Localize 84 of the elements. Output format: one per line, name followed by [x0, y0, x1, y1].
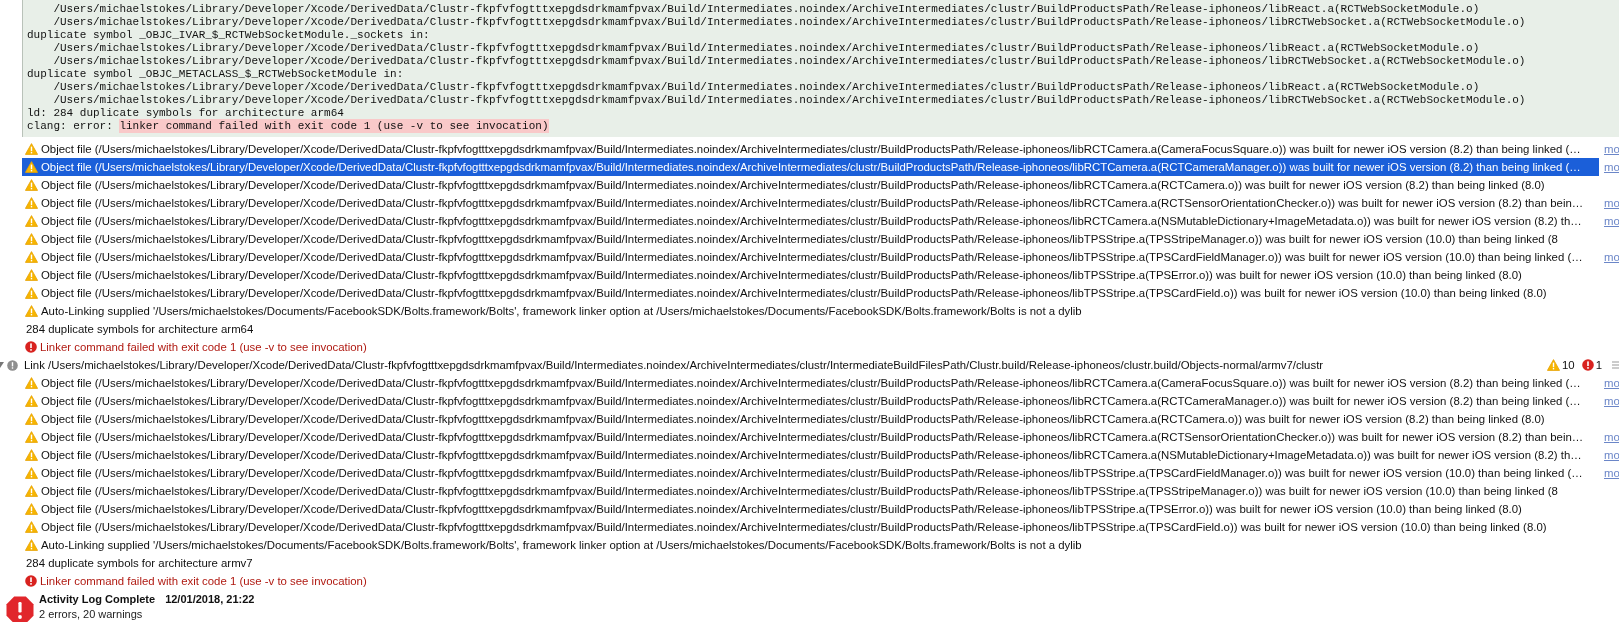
error-icon	[25, 341, 37, 353]
warning-icon	[25, 377, 38, 389]
warning-icon	[25, 503, 38, 515]
warning-icon	[25, 251, 38, 263]
issue-text: 284 duplicate symbols for architecture arm64	[26, 323, 254, 335]
more-link[interactable]: mo	[1604, 158, 1619, 176]
issue-row[interactable]: Auto-Linking supplied '/Users/michaelstokes/Documents/FacebookSDK/Bolts.framework/Bolts', framework linker option at /Users/michaelstokes/Documents/FacebookSDK/Bolts.framework/Bolts is not a dylib	[22, 302, 1599, 320]
more-link[interactable]: mo	[1604, 194, 1619, 212]
more-link[interactable]: mo	[1604, 248, 1619, 266]
issue-text: Object file (/Users/michaelstokes/Library/Developer/Xcode/DerivedData/Clustr-fkpfvfogtttxepgdsdrkmamfpvax/Build/Intermediates.noindex/ArchiveIntermediates/clustr/BuildProductsPath/Release-iphoneos/libRCTCamera.a(RCTSensorOrientationChecker.o)) was built for newer iOS version (8.2) than bein…	[41, 431, 1584, 443]
warning-icon	[25, 179, 38, 191]
log-line: duplicate symbol _OBJC_IVAR_$_RCTWebSocketModule._sockets in:	[27, 29, 431, 42]
status-icon	[7, 359, 18, 371]
warning-icon	[1547, 359, 1560, 371]
issue-text: Object file (/Users/michaelstokes/Library/Developer/Xcode/DerivedData/Clustr-fkpfvfogtttxepgdsdrkmamfpvax/Build/Intermediates.noindex/ArchiveIntermediates/clustr/BuildProductsPath/Release-iphoneos/libTPSStripe.a(TPSCardFieldManager.o)) was built for newer iOS version (10.0) than being linked (…	[41, 467, 1583, 479]
issue-text: Object file (/Users/michaelstokes/Library/Developer/Xcode/DerivedData/Clustr-fkpfvfogtttxepgdsdrkmamfpvax/Build/Intermediates.noindex/ArchiveIntermediates/clustr/BuildProductsPath/Release-iphoneos/libTPSStripe.a(TPSError.o)) was built for newer iOS version (10.0) than being linked (8.0)	[41, 269, 1522, 281]
warning-icon	[25, 521, 38, 533]
warning-icon	[25, 449, 38, 461]
issue-text: Object file (/Users/michaelstokes/Library/Developer/Xcode/DerivedData/Clustr-fkpfvfogtttxepgdsdrkmamfpvax/Build/Intermediates.noindex/ArchiveIntermediates/clustr/BuildProductsPath/Release-iphoneos/libRCTCamera.a(RCTCamera.o)) was built for newer iOS version (8.2) than being linked (8.0)	[41, 413, 1545, 425]
log-line: /Users/michaelstokes/Library/Developer/Xcode/DerivedData/Clustr-fkpfvfogtttxepgdsdrkmamfpvax/Build/Intermediates.noindex/ArchiveIntermediates/clustr/BuildProductsPath/Release-iphoneos/libReact.a(RCTWebSocketModule.o)	[52, 81, 1481, 94]
warning-icon	[25, 215, 38, 227]
issue-text: Object file (/Users/michaelstokes/Library/Developer/Xcode/DerivedData/Clustr-fkpfvfogtttxepgdsdrkmamfpvax/Build/Intermediates.noindex/ArchiveIntermediates/clustr/BuildProductsPath/Release-iphoneos/libRCTCamera.a(RCTCamera.o)) was built for newer iOS version (8.2) than being linked (8.0)	[41, 179, 1545, 191]
error-icon	[25, 575, 37, 587]
issue-text: Object file (/Users/michaelstokes/Library/Developer/Xcode/DerivedData/Clustr-fkpfvfogtttxepgdsdrkmamfpvax/Build/Intermediates.noindex/ArchiveIntermediates/clustr/BuildProductsPath/Release-iphoneos/libRCTCamera.a(CameraFocusSquare.o)) was built for newer iOS version (8.2) than being linked (…	[41, 143, 1581, 155]
log-line: /Users/michaelstokes/Library/Developer/Xcode/DerivedData/Clustr-fkpfvfogtttxepgdsdrkmamfpvax/Build/Intermediates.noindex/ArchiveIntermediates/clustr/BuildProductsPath/Release-iphoneos/libRCTWebSocket.a(RCTWebSocketModule.o)	[52, 55, 1527, 68]
issue-text: Auto-Linking supplied '/Users/michaelstokes/Documents/FacebookSDK/Bolts.framework/Bolts', framework linker option at /Users/michaelstokes/Documents/FacebookSDK/Bolts.framework/Bolts is not a dylib	[41, 305, 1082, 317]
warning-count: 10	[1562, 359, 1575, 371]
issue-row[interactable]: 284 duplicate symbols for architecture arm64	[22, 320, 1599, 338]
warning-icon	[25, 431, 38, 443]
error-octagon-icon	[6, 596, 34, 622]
log-line: ld: 284 duplicate symbols for architecture arm64	[27, 107, 345, 120]
error-highlight: linker command failed with exit code 1 (use -v to see invocation)	[119, 119, 549, 133]
group-title: Link /Users/michaelstokes/Library/Developer/Xcode/DerivedData/Clustr-fkpfvfogtttxepgdsdrkmamfpvax/Build/Intermediates.noindex/ArchiveIntermediates/clustr/IntermediateBuildFilesPath/Clustr.build/Release-iphoneos/clustr.build/Objects-normal/armv7/clustr	[24, 359, 1324, 371]
log-line: /Users/michaelstokes/Library/Developer/Xcode/DerivedData/Clustr-fkpfvfogtttxepgdsdrkmamfpvax/Build/Intermediates.noindex/ArchiveIntermediates/clustr/BuildProductsPath/Release-iphoneos/libReact.a(RCTWebSocketModule.o)	[52, 3, 1481, 16]
warning-icon	[25, 197, 38, 209]
status-time: 12/01/2018, 21:22	[165, 592, 255, 607]
issue-text: Object file (/Users/michaelstokes/Library/Developer/Xcode/DerivedData/Clustr-fkpfvfogtttxepgdsdrkmamfpvax/Build/Intermediates.noindex/ArchiveIntermediates/clustr/BuildProductsPath/Release-iphoneos/libTPSStripe.a(TPSCardField.o)) was built for newer iOS version (10.0) than being linked (8.0)	[41, 521, 1547, 533]
issue-text: Object file (/Users/michaelstokes/Library/Developer/Xcode/DerivedData/Clustr-fkpfvfogtttxepgdsdrkmamfpvax/Build/Intermediates.noindex/ArchiveIntermediates/clustr/BuildProductsPath/Release-iphoneos/libTPSStripe.a(TPSStripeManager.o)) was built for newer iOS version (10.0) than being linked (8	[41, 485, 1558, 497]
log-line: /Users/michaelstokes/Library/Developer/Xcode/DerivedData/Clustr-fkpfvfogtttxepgdsdrkmamfpvax/Build/Intermediates.noindex/ArchiveIntermediates/clustr/BuildProductsPath/Release-iphoneos/libReact.a(RCTWebSocketModule.o)	[52, 42, 1481, 55]
error-icon	[1581, 359, 1594, 371]
issue-text: Object file (/Users/michaelstokes/Library/Developer/Xcode/DerivedData/Clustr-fkpfvfogtttxepgdsdrkmamfpvax/Build/Intermediates.noindex/ArchiveIntermediates/clustr/BuildProductsPath/Release-iphoneos/libTPSStripe.a(TPSCardField.o)) was built for newer iOS version (10.0) than being linked (8.0)	[41, 287, 1547, 299]
more-link[interactable]: mo	[1604, 374, 1619, 392]
issue-text: Auto-Linking supplied '/Users/michaelstokes/Documents/FacebookSDK/Bolts.framework/Bolts', framework linker option at /Users/michaelstokes/Documents/FacebookSDK/Bolts.framework/Bolts is not a dylib	[41, 539, 1082, 551]
issue-row[interactable]: Linker command failed with exit code 1 (use -v to see invocation)	[22, 338, 1599, 356]
more-link[interactable]: mo	[1604, 140, 1619, 158]
warning-icon	[25, 395, 38, 407]
status-title: Activity Log Complete	[39, 592, 156, 607]
issue-text: Object file (/Users/michaelstokes/Library/Developer/Xcode/DerivedData/Clustr-fkpfvfogtttxepgdsdrkmamfpvax/Build/Intermediates.noindex/ArchiveIntermediates/clustr/BuildProductsPath/Release-iphoneos/libTPSStripe.a(TPSStripeManager.o)) was built for newer iOS version (10.0) than being linked (8	[41, 233, 1558, 245]
log-line: /Users/michaelstokes/Library/Developer/Xcode/DerivedData/Clustr-fkpfvfogtttxepgdsdrkmamfpvax/Build/Intermediates.noindex/ArchiveIntermediates/clustr/BuildProductsPath/Release-iphoneos/libRCTWebSocket.a(RCTWebSocketModule.o)	[52, 94, 1527, 107]
warning-icon	[25, 413, 38, 425]
issue-text: Object file (/Users/michaelstokes/Library/Developer/Xcode/DerivedData/Clustr-fkpfvfogtttxepgdsdrkmamfpvax/Build/Intermediates.noindex/ArchiveIntermediates/clustr/BuildProductsPath/Release-iphoneos/libRCTCamera.a(RCTCameraManager.o)) was built for newer iOS version (8.2) than being linked (…	[41, 395, 1581, 407]
issue-text: Linker command failed with exit code 1 (use -v to see invocation)	[40, 575, 367, 587]
more-link[interactable]: mo	[1604, 392, 1619, 410]
issue-text: Linker command failed with exit code 1 (use -v to see invocation)	[40, 341, 367, 353]
error-count: 1	[1595, 359, 1602, 371]
issue-text: Object file (/Users/michaelstokes/Library/Developer/Xcode/DerivedData/Clustr-fkpfvfogtttxepgdsdrkmamfpvax/Build/Intermediates.noindex/ArchiveIntermediates/clustr/BuildProductsPath/Release-iphoneos/libRCTCamera.a(RCTCameraManager.o)) was built for newer iOS version (8.2) than being linked (…	[41, 161, 1581, 173]
status-summary: 2 errors, 20 warnings	[39, 607, 144, 622]
warning-icon	[25, 485, 38, 497]
issue-row[interactable]: Auto-Linking supplied '/Users/michaelstokes/Documents/FacebookSDK/Bolts.framework/Bolts', framework linker option at /Users/michaelstokes/Documents/FacebookSDK/Bolts.framework/Bolts is not a dylib	[22, 536, 1599, 554]
issue-text: Object file (/Users/michaelstokes/Library/Developer/Xcode/DerivedData/Clustr-fkpfvfogtttxepgdsdrkmamfpvax/Build/Intermediates.noindex/ArchiveIntermediates/clustr/BuildProductsPath/Release-iphoneos/libRCTCamera.a(RCTSensorOrientationChecker.o)) was built for newer iOS version (8.2) than bein…	[41, 197, 1584, 209]
issue-text: Object file (/Users/michaelstokes/Library/Developer/Xcode/DerivedData/Clustr-fkpfvfogtttxepgdsdrkmamfpvax/Build/Intermediates.noindex/ArchiveIntermediates/clustr/BuildProductsPath/Release-iphoneos/libRCTCamera.a(NSMutableDictionary+ImageMetadata.o)) was built for newer iOS version (8.2) th…	[41, 449, 1582, 461]
issue-row[interactable]: 284 duplicate symbols for architecture armv7	[22, 554, 1599, 572]
issue-row[interactable]: Linker command failed with exit code 1 (use -v to see invocation)	[22, 572, 1599, 590]
more-link[interactable]: mo	[1604, 428, 1619, 446]
warning-icon	[25, 161, 38, 173]
list-icon	[1612, 360, 1619, 370]
warning-icon	[25, 467, 38, 479]
issue-text: 284 duplicate symbols for architecture armv7	[26, 557, 253, 569]
warning-icon	[25, 287, 38, 299]
warning-icon	[25, 143, 38, 155]
warning-icon	[25, 305, 38, 317]
warning-icon	[25, 539, 38, 551]
more-link[interactable]: mo	[1604, 212, 1619, 230]
log-line: duplicate symbol _OBJC_METACLASS_$_RCTWebSocketModule in:	[27, 68, 405, 81]
more-link[interactable]: mo	[1604, 464, 1619, 482]
issue-text: Object file (/Users/michaelstokes/Library/Developer/Xcode/DerivedData/Clustr-fkpfvfogtttxepgdsdrkmamfpvax/Build/Intermediates.noindex/ArchiveIntermediates/clustr/BuildProductsPath/Release-iphoneos/libRCTCamera.a(NSMutableDictionary+ImageMetadata.o)) was built for newer iOS version (8.2) th…	[41, 215, 1582, 227]
log-line: /Users/michaelstokes/Library/Developer/Xcode/DerivedData/Clustr-fkpfvfogtttxepgdsdrkmamfpvax/Build/Intermediates.noindex/ArchiveIntermediates/clustr/BuildProductsPath/Release-iphoneos/libRCTWebSocket.a(RCTWebSocketModule.o)	[52, 16, 1527, 29]
log-line: clang: error:	[27, 120, 114, 132]
warning-icon	[25, 233, 38, 245]
issue-text: Object file (/Users/michaelstokes/Library/Developer/Xcode/DerivedData/Clustr-fkpfvfogtttxepgdsdrkmamfpvax/Build/Intermediates.noindex/ArchiveIntermediates/clustr/BuildProductsPath/Release-iphoneos/libTPSStripe.a(TPSCardFieldManager.o)) was built for newer iOS version (10.0) than being linked (…	[41, 251, 1583, 263]
warning-icon	[25, 269, 38, 281]
issue-text: Object file (/Users/michaelstokes/Library/Developer/Xcode/DerivedData/Clustr-fkpfvfogtttxepgdsdrkmamfpvax/Build/Intermediates.noindex/ArchiveIntermediates/clustr/BuildProductsPath/Release-iphoneos/libRCTCamera.a(CameraFocusSquare.o)) was built for newer iOS version (8.2) than being linked (…	[41, 377, 1581, 389]
issue-text: Object file (/Users/michaelstokes/Library/Developer/Xcode/DerivedData/Clustr-fkpfvfogtttxepgdsdrkmamfpvax/Build/Intermediates.noindex/ArchiveIntermediates/clustr/BuildProductsPath/Release-iphoneos/libTPSStripe.a(TPSError.o)) was built for newer iOS version (10.0) than being linked (8.0)	[41, 503, 1522, 515]
more-link[interactable]: mo	[1604, 446, 1619, 464]
